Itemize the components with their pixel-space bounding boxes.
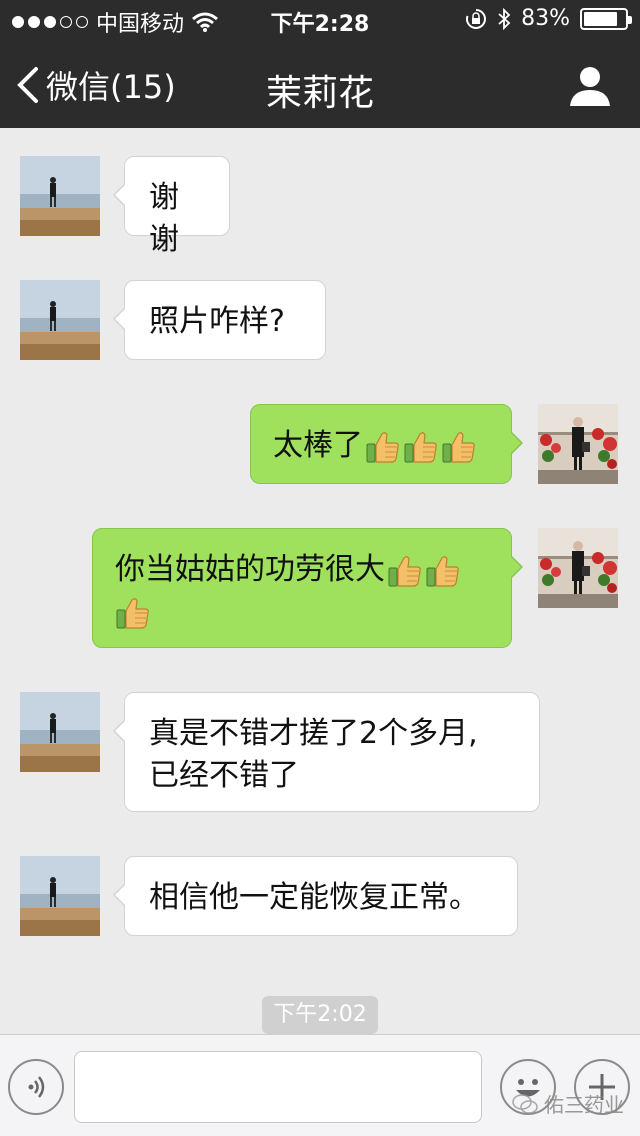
message-bubble[interactable]: 你当姑姑的功劳很大	[92, 528, 523, 648]
back-label: 微信(15)	[46, 68, 176, 106]
message-text: 太棒了	[273, 428, 363, 463]
contact-avatar[interactable]	[20, 280, 100, 360]
thumbs-up-icon	[425, 553, 461, 589]
message-text: 照片咋样?	[149, 304, 285, 339]
message-text: 你当姑姑的功劳很大	[115, 552, 385, 587]
voice-icon	[28, 1076, 45, 1098]
message-bubble[interactable]: 照片咋样?	[113, 280, 326, 360]
status-right: 83%	[465, 6, 632, 31]
my-avatar[interactable]	[538, 404, 618, 484]
carrier-name: 中国移动	[96, 12, 185, 37]
message-line: 真是不错才搓了2个多月,	[149, 716, 478, 751]
watermark-text: 佑三药业	[544, 1093, 624, 1117]
thumbs-up-icon	[365, 429, 401, 465]
back-button[interactable]: 微信(15)	[14, 62, 176, 108]
bluetooth-icon	[498, 7, 511, 30]
voice-button[interactable]	[8, 1059, 64, 1115]
chat-area[interactable]: 谢谢 照片咋样? 太棒了 你当姑姑的功劳很大 真是不错才搓了2个多月, 已经不错…	[0, 128, 640, 1034]
thumbs-up-icon	[403, 429, 439, 465]
message-input[interactable]	[74, 1051, 482, 1123]
message-bubble[interactable]: 相信他一定能恢复正常。	[113, 856, 518, 936]
nav-bar: 微信(15) 茉莉花	[0, 40, 640, 128]
status-left: 中国移动	[12, 6, 218, 38]
message-line	[115, 591, 489, 633]
message-line: 已经不错了	[149, 758, 299, 793]
battery-percent: 83%	[521, 6, 570, 31]
status-bar: 中国移动 下午2:28 83%	[0, 0, 640, 40]
thumbs-up-icon	[387, 553, 423, 589]
message-text: 谢谢	[149, 180, 179, 257]
contact-avatar[interactable]	[20, 692, 100, 772]
wifi-icon	[192, 12, 218, 32]
message-text: 相信他一定能恢复正常。	[149, 880, 479, 915]
message-bubble[interactable]: 谢谢	[113, 156, 230, 257]
message-bubble[interactable]: 太棒了	[250, 404, 523, 484]
signal-strength-icon	[12, 16, 88, 28]
chevron-left-icon	[17, 67, 38, 103]
message-line: 你当姑姑的功劳很大	[115, 549, 489, 591]
contact-avatar[interactable]	[20, 156, 100, 236]
wechat-logo-icon	[512, 1093, 538, 1114]
rotation-lock-icon	[466, 8, 487, 29]
profile-icon[interactable]	[568, 64, 612, 108]
timestamp-label: 下午2:02	[262, 996, 378, 1034]
contact-avatar[interactable]	[20, 856, 100, 936]
watermark: 佑三药业	[512, 1089, 624, 1118]
thumbs-up-icon	[115, 595, 151, 631]
message-bubble[interactable]: 真是不错才搓了2个多月, 已经不错了	[113, 692, 540, 812]
thumbs-up-icon	[441, 429, 477, 465]
input-bar: 佑三药业	[0, 1034, 640, 1136]
my-avatar[interactable]	[538, 528, 618, 608]
battery-icon	[580, 7, 632, 30]
